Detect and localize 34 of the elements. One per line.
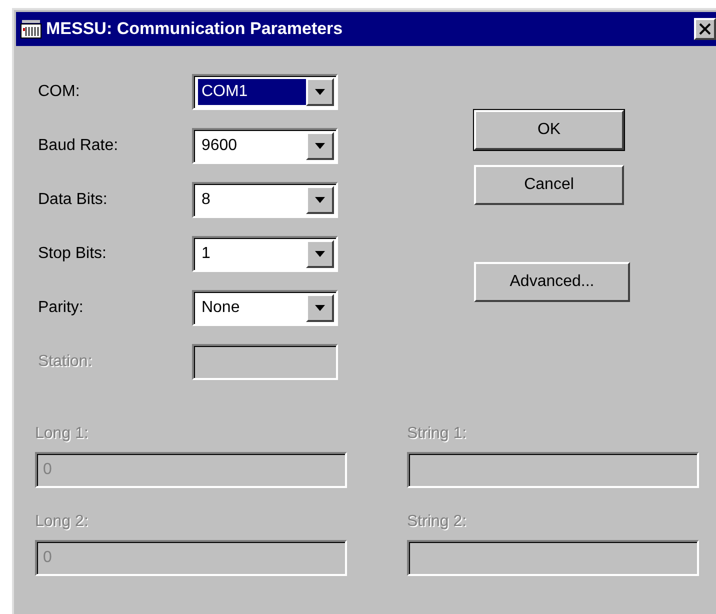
field-label: Long 1: xyxy=(35,424,90,444)
field-label: Baud Rate: xyxy=(38,136,120,156)
close-icon xyxy=(699,23,711,35)
input-field: 0 xyxy=(35,540,347,576)
field-label: String 2: xyxy=(407,512,468,532)
field-label: Data Bits: xyxy=(38,190,108,210)
dialog-button[interactable]: Advanced... xyxy=(474,262,630,302)
dropdown[interactable]: 8 xyxy=(192,182,338,218)
field-label: Parity: xyxy=(38,298,84,318)
caret-icon xyxy=(314,196,326,204)
dropdown[interactable]: None xyxy=(192,290,338,326)
caret-icon xyxy=(314,88,326,96)
dropdown[interactable]: 1 xyxy=(192,236,338,272)
dropdown[interactable]: 9600 xyxy=(192,128,338,164)
field-label: Long 2: xyxy=(35,512,90,532)
dialog-button[interactable]: Cancel xyxy=(474,165,624,205)
dropdown-arrow-button[interactable] xyxy=(306,294,334,322)
dropdown-arrow-button[interactable] xyxy=(306,132,334,160)
app-icon xyxy=(20,19,42,39)
dropdown-arrow-button[interactable] xyxy=(306,240,334,268)
window-title: MESSU: Communication Parameters xyxy=(46,18,344,40)
field-label: String 1: xyxy=(407,424,468,444)
input-field: 0 xyxy=(35,452,347,488)
dropdown[interactable]: COM1 xyxy=(192,74,338,110)
field-label: COM: xyxy=(38,82,81,102)
dropdown-arrow-button[interactable] xyxy=(306,186,334,214)
field-label: Station: xyxy=(38,352,94,372)
caret-icon xyxy=(314,250,326,258)
caret-icon xyxy=(314,142,326,150)
close-button[interactable] xyxy=(694,18,716,40)
dialog-button[interactable]: OK xyxy=(474,110,624,150)
field-label: Stop Bits: xyxy=(38,244,108,264)
dropdown-arrow-button[interactable] xyxy=(306,78,334,106)
caret-icon xyxy=(314,304,326,312)
